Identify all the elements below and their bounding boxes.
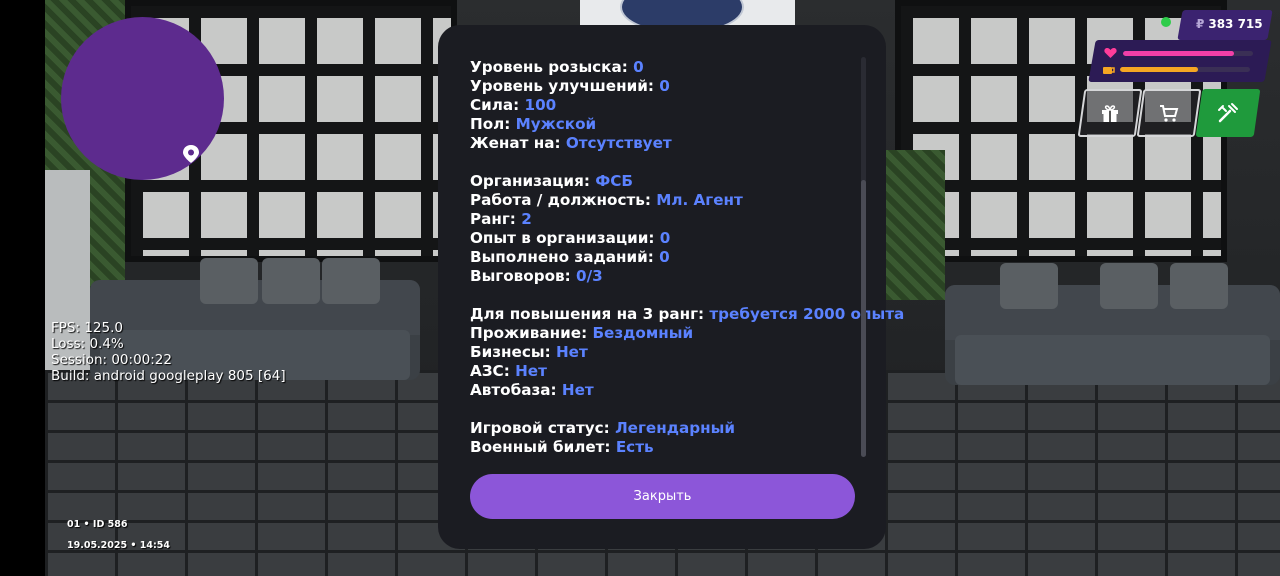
hunger-bar-fill <box>1120 67 1198 72</box>
gift-button[interactable] <box>1077 89 1143 137</box>
info-row-wanted: Уровень розыска: 0 <box>470 58 644 76</box>
shop-button[interactable] <box>1136 89 1202 137</box>
info-row-tasks: Выполнено заданий: 0 <box>470 248 670 266</box>
loss-text: Loss: 0.4% <box>51 336 124 352</box>
info-row-residence: Проживание: Бездомный <box>470 324 694 342</box>
online-status-dot <box>1161 17 1171 27</box>
money-display: ₽383 715 <box>1196 17 1263 31</box>
close-button[interactable]: Закрыть <box>470 474 855 519</box>
wrench-icon <box>1218 103 1238 123</box>
info-row-organization: Организация: ФСБ <box>470 172 633 190</box>
info-row-businesses: Бизнесы: Нет <box>470 343 588 361</box>
info-row-strength: Сила: 100 <box>470 96 557 114</box>
session-text: Session: 00:00:22 <box>51 352 172 368</box>
heart-icon <box>1104 48 1117 58</box>
info-row-rank: Ранг: 2 <box>470 210 532 228</box>
health-bar <box>1123 51 1253 56</box>
fps-text: FPS: 125.0 <box>51 320 123 336</box>
datetime-text: 19.05.2025 • 14:54 <box>67 540 171 551</box>
gift-icon <box>1102 105 1118 122</box>
info-row-upgrades: Уровень улучшений: 0 <box>470 77 670 95</box>
info-row-promotion: Для повышения на 3 ранг: требуется 2000 … <box>470 305 905 323</box>
info-row-autobase: Автобаза: Нет <box>470 381 594 399</box>
screen-left-bar <box>0 0 45 576</box>
info-row-gas-station: АЗС: Нет <box>470 362 547 380</box>
scrollbar-thumb[interactable] <box>861 180 866 457</box>
info-row-game-status: Игровой статус: Легендарный <box>470 419 735 437</box>
info-row-married: Женат на: Отсутствует <box>470 134 672 152</box>
build-text: Build: android googleplay 805 [64] <box>51 368 286 384</box>
player-info-list: Уровень розыска: 0 Уровень улучшений: 0 … <box>470 58 905 457</box>
cart-icon <box>1160 105 1179 122</box>
ruble-icon: ₽ <box>1196 17 1205 31</box>
moss-wall-right <box>885 150 945 300</box>
info-row-gender: Пол: Мужской <box>470 115 597 133</box>
tools-button[interactable] <box>1195 89 1261 137</box>
server-id-text: 01 • ID 586 <box>67 519 128 530</box>
hunger-bar <box>1120 67 1250 72</box>
debug-overlay: FPS: 125.0 Loss: 0.4% Session: 00:00:22 … <box>51 320 286 384</box>
money-amount: 383 715 <box>1208 17 1263 31</box>
health-bar-fill <box>1123 51 1234 56</box>
info-row-military-id: Военный билет: Есть <box>470 438 654 456</box>
location-pin-icon <box>183 145 199 163</box>
food-icon <box>1103 67 1115 74</box>
sofa-right <box>945 263 1280 385</box>
info-row-org-exp: Опыт в организации: 0 <box>470 229 671 247</box>
info-row-job: Работа / должность: Мл. Агент <box>470 191 743 209</box>
info-row-reprimands: Выговоров: 0/3 <box>470 267 603 285</box>
